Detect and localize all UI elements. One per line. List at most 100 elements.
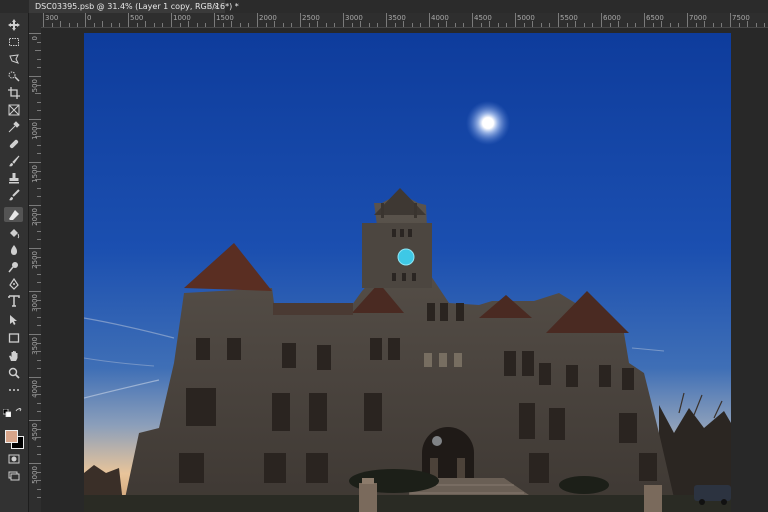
ruler-top-minor-tick [454,23,456,27]
ruler-top-minor-tick [325,23,327,27]
ruler-top-minor-tick [420,23,422,27]
tools-panel [0,13,29,512]
dodge-tool-icon[interactable] [4,259,23,274]
ruler-top-minor-tick [248,23,250,27]
eyedropper-tool-icon[interactable] [4,119,23,134]
ruler-top-minor-tick [678,23,680,27]
ruler-top-minor-tick [60,21,62,27]
crop-tool-icon[interactable] [4,85,23,100]
ruler-top-minor-tick [77,23,79,27]
ruler-top-minor-tick [136,23,138,27]
foreground-color-swatch[interactable] [5,430,18,443]
spot-healing-tool-icon[interactable] [4,136,23,151]
ruler-top-minor-tick [360,21,362,27]
ruler-top-minor-tick [403,21,405,27]
ruler-top-minor-tick [394,23,396,27]
ruler-top-minor-tick [68,23,70,27]
ruler-top-minor-tick [747,21,749,27]
ruler-top-minor-tick [351,23,353,27]
ruler-top-minor-tick [282,23,284,27]
ruler-top-minor-tick [274,21,276,27]
frame-tool-icon[interactable] [4,102,23,117]
ruler-left-major-tick [29,334,41,335]
ruler-top-minor-tick [764,23,766,27]
ruler-top-minor-tick [93,23,95,27]
ruler-top-minor-tick [145,21,147,27]
path-selection-tool-icon[interactable] [4,312,23,327]
tab-close-icon[interactable]: × [213,0,220,13]
ruler-top-minor-tick [102,21,104,27]
move-tool-icon[interactable] [4,17,23,32]
ruler-top-minor-tick [489,21,491,27]
ruler-top-minor-tick [205,23,207,27]
ruler-top-minor-tick [265,23,267,27]
zoom-tool-icon[interactable] [4,365,23,380]
ruler-top-minor-tick [635,23,637,27]
type-tool-icon[interactable] [4,293,23,308]
lasso-tool-icon[interactable] [4,51,23,66]
ruler-left-label: 0 [31,36,39,41]
ruler-top-minor-tick [231,21,233,27]
ruler-top-major-tick [386,13,387,27]
ruler-top-minor-tick [755,23,757,27]
ruler-top-minor-tick [721,23,723,27]
swap-colors-icon[interactable] [15,402,24,412]
ruler-top-label: 500 [130,14,144,22]
horizontal-ruler[interactable]: 300 0 500 1000 1500 2000 2500 3000 3500 4000 4500 5… [41,13,768,28]
default-colors-icon[interactable] [2,402,12,418]
ruler-top-major-tick [43,13,44,27]
ruler-top-minor-tick [239,23,241,27]
ruler-top-minor-tick [712,23,714,27]
blur-tool-icon[interactable] [4,242,23,257]
ruler-top-major-tick [85,13,86,27]
history-brush-tool-icon[interactable] [4,187,23,202]
ruler-top-minor-tick [592,23,594,27]
ruler-left-major-tick [29,33,41,34]
ruler-top-minor-tick [738,23,740,27]
ruler-left-major-tick [29,162,41,163]
ruler-top-major-tick [128,13,129,27]
screen-mode-icon[interactable] [4,468,23,483]
ruler-top-major-tick [343,13,344,27]
ruler-top-major-tick [214,13,215,27]
ruler-top-minor-tick [704,21,706,27]
ruler-top-minor-tick [575,21,577,27]
ruler-top-major-tick [687,13,688,27]
ruler-top-major-tick [644,13,645,27]
ruler-left-major-tick [29,76,41,77]
ruler-top-minor-tick [317,21,319,27]
gradient-tool-icon[interactable] [4,225,23,240]
document-canvas[interactable] [84,33,731,512]
document-tab[interactable]: DSC03395.psb @ 31.4% (Layer 1 copy, RGB/… [29,0,239,13]
ruler-top-minor-tick [669,23,671,27]
ruler-top-minor-tick [532,21,534,27]
quick-mask-icon[interactable] [4,451,23,466]
ruler-origin[interactable] [29,13,41,27]
hand-tool-icon[interactable] [4,348,23,363]
marquee-tool-icon[interactable] [4,34,23,49]
ruler-top-major-tick [601,13,602,27]
ruler-top-minor-tick [583,23,585,27]
ruler-left-label: 500 [31,79,39,93]
rectangle-tool-icon[interactable] [4,330,23,345]
quick-selection-tool-icon[interactable] [4,68,23,83]
ruler-top-minor-tick [506,23,508,27]
ruler-top-minor-tick [179,23,181,27]
ruler-top-minor-tick [626,23,628,27]
clone-stamp-tool-icon[interactable] [4,170,23,185]
pen-tool-icon[interactable] [4,276,23,291]
ruler-top-minor-tick [549,23,551,27]
ruler-top-minor-tick [437,23,439,27]
ruler-top-label: 300 [45,14,59,22]
ruler-top-label: 0 [87,14,92,22]
ruler-top-minor-tick [308,23,310,27]
ruler-top-minor-tick [618,21,620,27]
more-tools-icon[interactable] [4,382,23,397]
brush-tool-icon[interactable] [4,153,23,168]
ruler-top-major-tick [472,13,473,27]
ruler-top-minor-tick [480,23,482,27]
ruler-top-minor-tick [291,23,293,27]
ruler-top-major-tick [429,13,430,27]
ruler-top-minor-tick [463,23,465,27]
eraser-tool-icon[interactable] [4,207,23,222]
